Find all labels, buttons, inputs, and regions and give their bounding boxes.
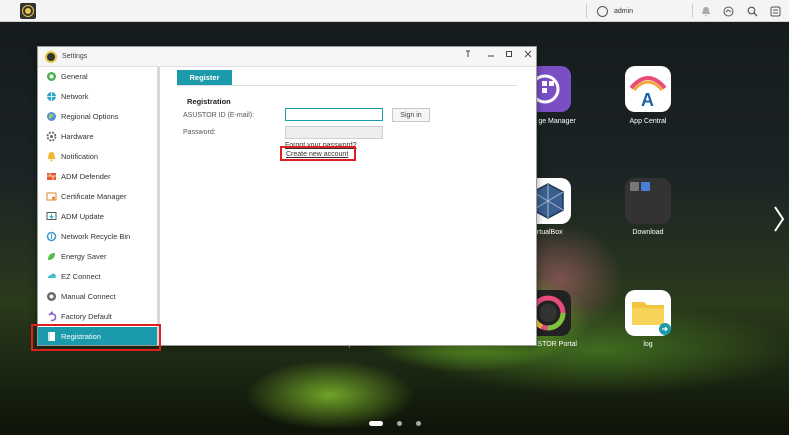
asustor-id-input[interactable] [285,108,383,121]
sidebar-item-certificate-manager[interactable]: Certificate Manager [38,187,157,205]
window-titlebar[interactable]: Settings [38,47,536,67]
factory-default-icon [46,310,57,322]
top-separator [692,4,693,18]
home-button[interactable] [20,3,36,19]
top-bar: admin [0,0,789,22]
sidebar-item-label: Manual Connect [61,291,116,301]
sidebar-item-label: General [61,71,88,81]
section-title: Registration [187,97,231,106]
page-indicator [369,421,421,426]
next-page-arrow-icon[interactable] [772,204,786,234]
activity-monitor-icon[interactable] [722,5,734,17]
sidebar-item-label: Hardware [61,131,94,141]
search-icon[interactable] [746,5,758,17]
sidebar-item-label: Factory Default [61,311,112,321]
sidebar-item-regional-options[interactable]: Regional Options [38,107,157,125]
sidebar-item-adm-defender[interactable]: ADM Defender [38,167,157,185]
password-label: Password: [183,129,216,136]
highlight-create-account [280,146,356,161]
sidebar-item-label: ADM Defender [61,171,111,181]
hardware-icon [46,131,57,142]
sidebar-item-label: Network Recycle Bin [61,231,131,241]
app-central-icon[interactable]: A [625,66,671,112]
sidebar-item-manual-connect[interactable]: Manual Connect [38,287,157,305]
sidebar-item-label: Certificate Manager [61,191,127,201]
user-icon [597,5,608,17]
maximize-icon[interactable] [503,50,515,62]
sidebar-item-label: Regional Options [61,111,119,121]
adm-defender-icon [46,171,57,182]
settings-content: Register Registration ASUSTOR ID (E-mail… [163,67,536,345]
sidebar-item-notification[interactable]: Notification [38,147,157,165]
user-name: admin [614,7,634,15]
settings-app-icon [45,51,57,63]
sidebar-item-network-recycle-bin[interactable]: Network Recycle Bin [38,227,157,245]
home-icon [23,6,33,16]
general-icon [46,71,57,82]
page-dot[interactable] [397,421,402,426]
sidebar-item-label: Notification [61,151,99,161]
sidebar-item-general[interactable]: General [38,67,157,85]
app-central-label: App Central [629,118,667,125]
top-separator [586,4,587,18]
asustor-id-label: ASUSTOR ID (E-mail): [183,112,255,119]
sidebar-item-factory-default[interactable]: Factory Default [38,307,157,325]
svg-text:A: A [641,90,654,110]
ez-connect-icon [46,271,57,282]
sidebar-item-network[interactable]: Network [38,87,157,105]
folder-icon[interactable] [625,290,671,336]
settings-window: Settings General Network Regional Option… [37,46,537,346]
energy-saver-icon [46,251,57,262]
tab-register[interactable]: Register [177,70,232,85]
window-title: Settings [62,53,88,60]
manual-connect-icon [46,291,57,302]
page-dot[interactable] [416,421,421,426]
sidebar-item-label: Network [61,91,89,101]
password-input[interactable] [285,126,383,139]
network-icon [46,91,57,102]
certificate-manager-icon [46,191,57,202]
notification-bell-icon[interactable] [700,5,712,17]
sign-in-button[interactable]: Sign in [392,108,430,122]
sidebar-item-hardware[interactable]: Hardware [38,127,157,145]
regional-options-icon [46,111,57,122]
sidebar-item-adm-update[interactable]: ADM Update [38,207,157,225]
sidebar-item-energy-saver[interactable]: Energy Saver [38,247,157,265]
page-dot-active[interactable] [369,421,383,426]
sidebar-item-ez-connect[interactable]: EZ Connect [38,267,157,285]
tab-divider [177,85,517,86]
minimize-icon[interactable] [485,50,497,62]
pin-icon[interactable] [462,50,474,62]
user-menu[interactable]: admin [597,5,633,17]
sidebar-item-label: Energy Saver [61,251,107,261]
log-label: log [643,341,653,348]
widgets-icon[interactable] [769,5,781,17]
highlight-registration [31,324,161,351]
download-label: Download [632,229,664,236]
settings-sidebar: General Network Regional Options Hardwar… [38,67,160,345]
sidebar-item-label: EZ Connect [61,271,101,281]
notification-icon [46,151,57,162]
close-icon[interactable] [522,50,534,62]
sidebar-scrollbar[interactable] [157,67,160,345]
adm-update-icon [46,211,57,222]
download-folder-icon[interactable] [625,178,671,224]
sidebar-item-label: ADM Update [61,211,104,221]
recycle-bin-icon [46,231,57,242]
